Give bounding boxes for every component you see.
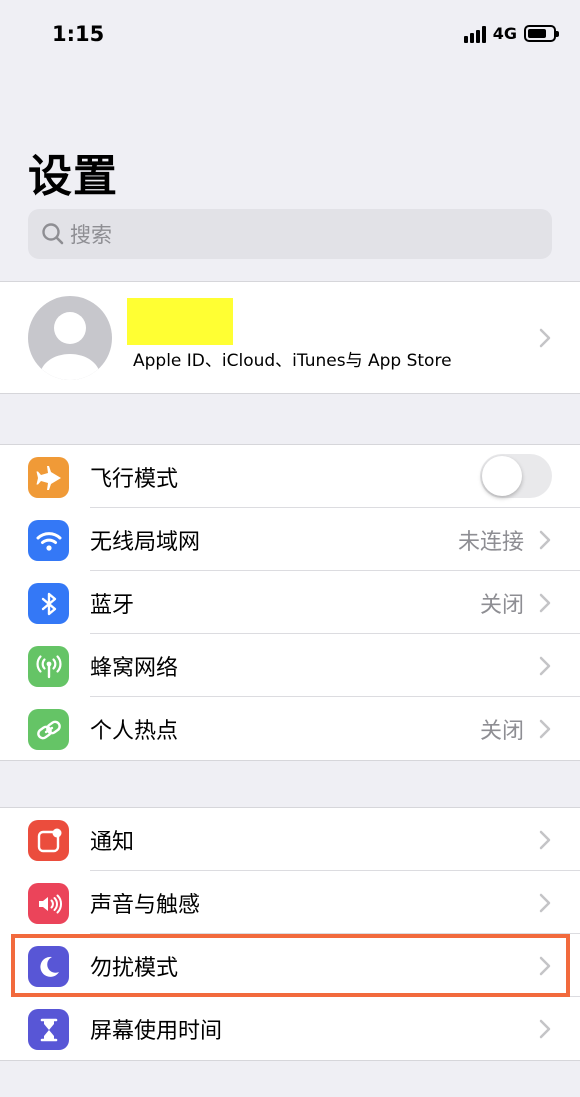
redacted-account-name xyxy=(127,298,233,345)
settings-row-label: 飞行模式 xyxy=(90,466,179,492)
settings-row-label: 无线局域网 xyxy=(90,529,201,555)
settings-row-label: 勿扰模式 xyxy=(90,955,179,981)
notifications-settings-group: 通知 声音与触感 勿扰模式 屏幕使用时间 xyxy=(0,807,580,1061)
signal-strength-icon xyxy=(463,25,486,43)
settings-row-bluetooth[interactable]: 蓝牙 关闭 xyxy=(0,571,580,634)
chevron-right-icon xyxy=(539,893,551,913)
settings-row-airplane-mode[interactable]: 飞行模式 xyxy=(0,445,580,508)
settings-row-label: 蓝牙 xyxy=(90,592,135,618)
connectivity-settings-group: 飞行模式 无线局域网 未连接 蓝牙 关闭 蜂窝网络 个人热点 关闭 xyxy=(0,444,580,761)
hotspot-icon xyxy=(28,709,69,750)
chevron-right-icon xyxy=(539,719,551,739)
settings-row-do-not-disturb[interactable]: 勿扰模式 xyxy=(0,934,580,997)
search-placeholder: 搜索 xyxy=(70,223,112,247)
settings-row-notifications[interactable]: 通知 xyxy=(0,808,580,871)
chevron-right-icon xyxy=(539,593,551,613)
speaker-icon xyxy=(28,883,69,924)
chevron-right-icon xyxy=(539,956,551,976)
status-bar: 1:15 4G xyxy=(0,0,580,70)
search-input[interactable]: 搜索 xyxy=(28,209,552,259)
search-icon xyxy=(42,223,64,245)
settings-row-sounds-haptics[interactable]: 声音与触感 xyxy=(0,871,580,934)
settings-row-cellular[interactable]: 蜂窝网络 xyxy=(0,634,580,697)
settings-row-label: 通知 xyxy=(90,829,135,855)
status-indicators: 4G xyxy=(463,24,559,43)
network-type: 4G xyxy=(492,24,517,43)
hourglass-icon xyxy=(28,1009,69,1050)
avatar xyxy=(28,296,112,380)
settings-row-wifi[interactable]: 无线局域网 未连接 xyxy=(0,508,580,571)
airplane-mode-toggle[interactable] xyxy=(480,454,552,498)
wifi-icon xyxy=(28,520,69,561)
chevron-right-icon xyxy=(539,328,551,348)
moon-icon xyxy=(28,946,69,987)
settings-row-label: 屏幕使用时间 xyxy=(90,1018,223,1044)
airplane-icon xyxy=(28,457,69,498)
chevron-right-icon xyxy=(539,1019,551,1039)
settings-row-label: 蜂窝网络 xyxy=(90,655,179,681)
settings-row-label: 个人热点 xyxy=(90,718,179,744)
settings-row-label: 声音与触感 xyxy=(90,892,201,918)
status-time: 1:15 xyxy=(52,22,105,46)
page-title: 设置 xyxy=(28,151,118,202)
settings-row-value: 关闭 xyxy=(479,718,524,744)
profile-subtitle: Apple ID、iCloud、iTunes与 App Store xyxy=(133,351,452,371)
apple-id-profile-row[interactable] xyxy=(0,281,580,394)
cellular-antenna-icon xyxy=(28,646,69,687)
settings-row-value: 未连接 xyxy=(457,529,524,555)
bluetooth-icon xyxy=(28,583,69,624)
chevron-right-icon xyxy=(539,830,551,850)
chevron-right-icon xyxy=(539,530,551,550)
chevron-right-icon xyxy=(539,656,551,676)
settings-row-personal-hotspot[interactable]: 个人热点 关闭 xyxy=(0,697,580,760)
battery-icon xyxy=(524,25,559,42)
notifications-icon xyxy=(28,820,69,861)
settings-row-screen-time[interactable]: 屏幕使用时间 xyxy=(0,997,580,1060)
settings-row-value: 关闭 xyxy=(479,592,524,618)
